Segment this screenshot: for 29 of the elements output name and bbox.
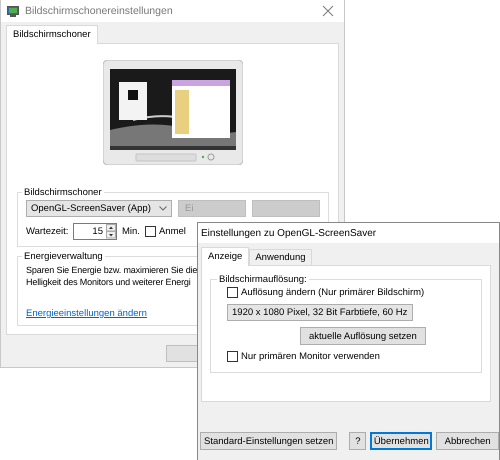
wait-spinner[interactable]: 15 <box>73 223 117 240</box>
group-title: Bildschirmschoner <box>23 187 103 198</box>
window-title: Bildschirmschonereinstellungen <box>25 5 174 17</box>
checkbox[interactable] <box>227 351 238 362</box>
resolution-dropdown[interactable]: 1920 x 1080 Pixel, 32 Bit Farbtiefe, 60 Hz <box>227 304 413 321</box>
checkbox-label: Anmel <box>158 226 186 237</box>
group-title: Energieverwaltung <box>23 251 104 262</box>
dialog-title: Einstellungen zu OpenGL-ScreenSaver <box>201 228 376 238</box>
dialog-button[interactable]: Abbrechen <box>436 432 499 450</box>
dialog-button[interactable]: ? <box>349 432 366 450</box>
group-title: Bildschirmauflösung: <box>218 274 308 285</box>
monitor-icon <box>7 6 19 16</box>
power-settings-link[interactable]: Energieeinstellungen ändern <box>26 308 147 319</box>
tab[interactable]: Anzeige <box>201 247 250 266</box>
checkbox[interactable] <box>227 287 238 298</box>
tab[interactable]: Anwendung <box>249 249 312 266</box>
tab[interactable]: Bildschirmschoner <box>6 25 98 44</box>
checkbox-label: Auflösung ändern (Nur primärer Bildschirm) <box>241 287 424 298</box>
description-text: Sparen Sie Energie bzw. maximieren Sie die Helligkeit des Monitors und weiterer Energi <box>26 264 198 288</box>
close-icon[interactable] <box>322 5 334 17</box>
wait-label: Wartezeit: <box>26 226 68 237</box>
set-current-resolution-button[interactable]: aktuelle Auflösung setzen <box>300 327 426 345</box>
dialog-button[interactable]: Übernehmen <box>370 432 432 450</box>
unit-label: Min. <box>122 226 140 237</box>
screensaver-dropdown[interactable]: OpenGL-ScreenSaver (App) <box>26 200 172 217</box>
dialog-button[interactable]: Standard-Einstellungen setzen <box>200 432 338 450</box>
caret-icon <box>159 206 167 211</box>
checkbox[interactable] <box>144 226 156 237</box>
checkbox-label: Nur primären Monitor verwenden <box>241 351 380 362</box>
